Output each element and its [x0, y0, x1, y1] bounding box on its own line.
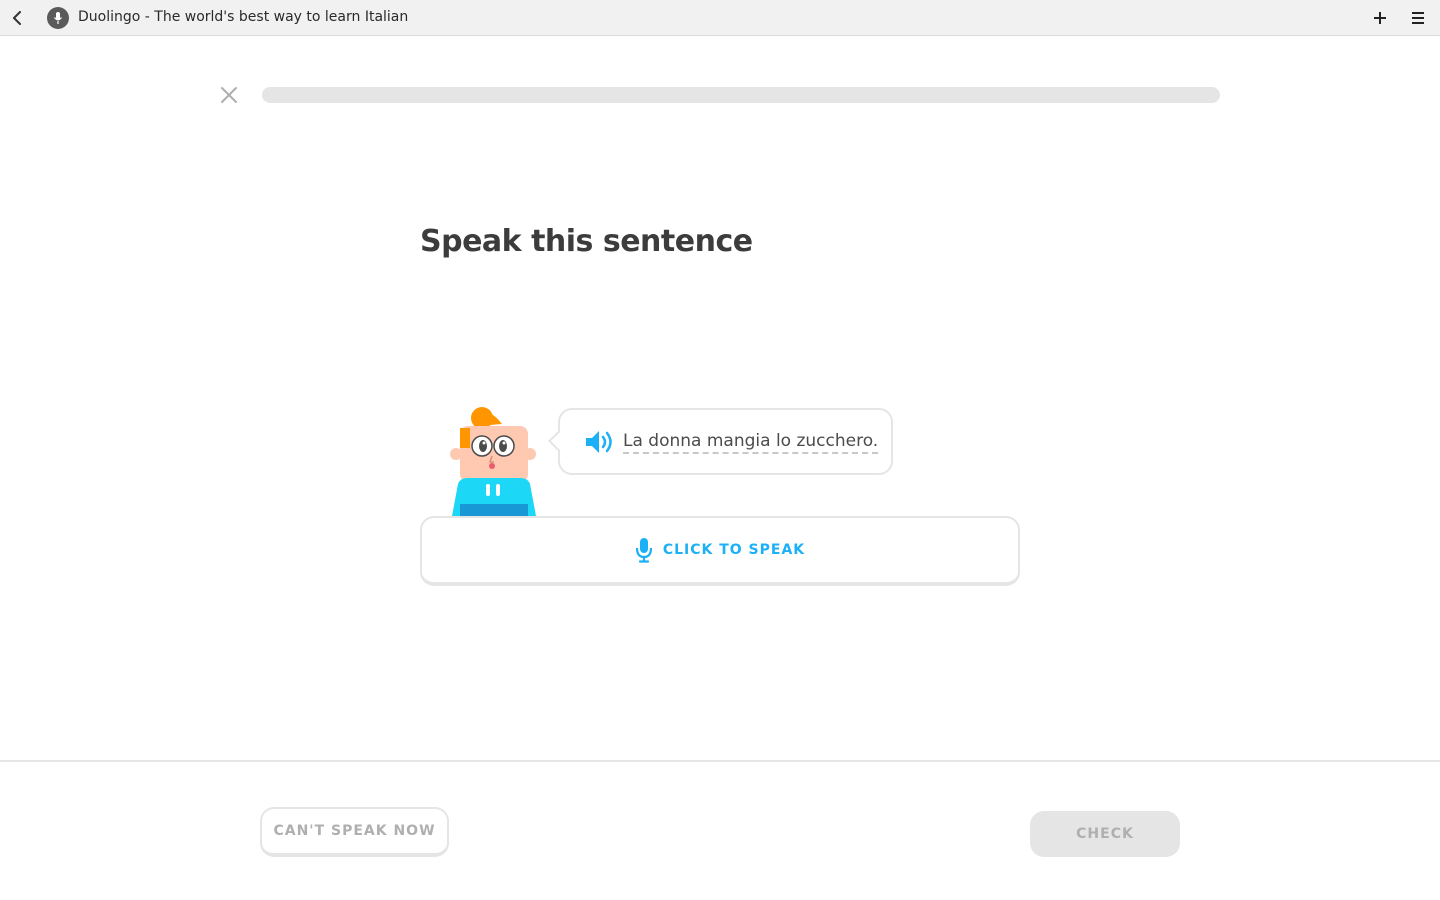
- check-button[interactable]: CHECK: [1030, 811, 1180, 857]
- tab-title: Duolingo - The world's best way to learn…: [78, 9, 409, 25]
- play-audio-button[interactable]: [584, 428, 616, 456]
- challenge-prompt-title: Speak this sentence: [420, 224, 753, 259]
- menu-button[interactable]: [1408, 8, 1428, 28]
- hamburger-menu-icon: [1412, 12, 1424, 24]
- browser-toolbar: Duolingo - The world's best way to learn…: [0, 0, 1440, 36]
- cant-speak-now-button[interactable]: CAN'T SPEAK NOW: [260, 807, 449, 857]
- back-button[interactable]: [8, 8, 28, 28]
- click-to-speak-label: CLICK TO SPEAK: [662, 542, 806, 558]
- plus-icon: [1374, 12, 1386, 24]
- microphone-icon: [54, 12, 62, 24]
- site-favicon: [47, 7, 69, 29]
- quit-lesson-button[interactable]: [217, 83, 241, 107]
- cant-speak-now-label: CAN'T SPEAK NOW: [273, 823, 436, 839]
- speaker-icon: [586, 431, 612, 453]
- speech-bubble: La donna mangia lo zucchero.: [548, 408, 893, 475]
- new-tab-button[interactable]: [1370, 8, 1390, 28]
- check-label: CHECK: [1076, 826, 1134, 842]
- chevron-left-icon: [13, 11, 21, 25]
- close-icon: [221, 87, 237, 103]
- microphone-icon: [635, 538, 652, 563]
- character-illustration: [446, 404, 542, 516]
- click-to-speak-button[interactable]: CLICK TO SPEAK: [420, 516, 1020, 586]
- footer-divider: [0, 760, 1440, 762]
- target-sentence[interactable]: La donna mangia lo zucchero.: [623, 431, 879, 454]
- speech-bubble-tail: [548, 431, 568, 451]
- lesson-progress-bar: [262, 87, 1220, 103]
